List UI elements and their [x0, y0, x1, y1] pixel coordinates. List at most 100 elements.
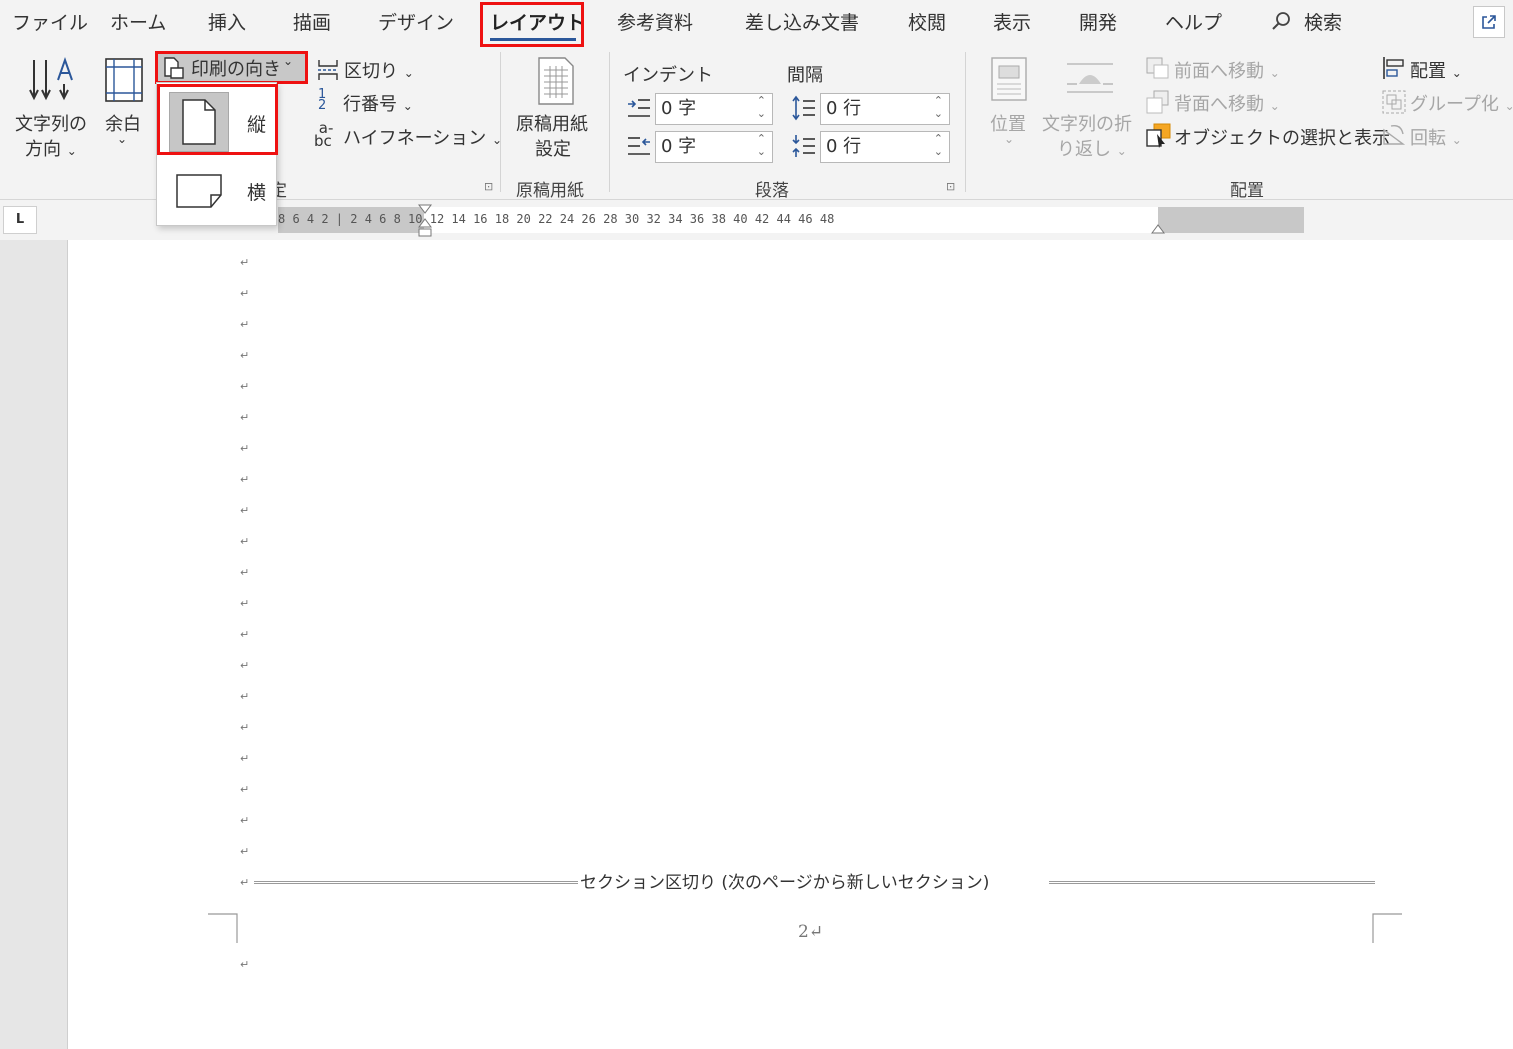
chevron-down-icon: ⌄	[66, 144, 77, 158]
tab-help[interactable]: ヘルプ	[1165, 8, 1222, 35]
spinner-arrows-icon[interactable]: ⌃ ⌄	[757, 132, 766, 158]
breaks-icon[interactable]	[316, 58, 340, 82]
wrap-text-label: 文字列の折	[1042, 114, 1132, 135]
paragraph-mark: ↵	[240, 504, 250, 517]
paragraph-mark: ↵	[240, 442, 250, 455]
paragraph-mark: ↵	[240, 318, 250, 331]
orientation-button[interactable]: 印刷の向き ⌄	[157, 52, 305, 82]
wrap-text-label-2: り返し ⌄	[1057, 139, 1127, 160]
share-button[interactable]	[1473, 6, 1505, 38]
line-numbers-icon[interactable]: 12	[318, 88, 326, 112]
wrap-text-icon	[1067, 63, 1113, 93]
indent-marker-icon[interactable]	[417, 203, 433, 239]
spacing-before-icon	[792, 95, 815, 121]
spinner-arrows-icon[interactable]: ⌃ ⌄	[934, 132, 943, 158]
text-direction-label-2[interactable]: 方向 ⌄	[25, 135, 77, 161]
tab-selector[interactable]: L	[3, 206, 37, 234]
text-direction-label[interactable]: 文字列の	[15, 110, 87, 136]
search-label: 検索	[1304, 12, 1343, 34]
spacing-label: 間隔	[787, 65, 823, 86]
orientation-landscape-option[interactable]: 横	[157, 157, 276, 223]
group-objects-icon	[1382, 90, 1406, 114]
paragraph-mark: ↵	[240, 380, 250, 393]
chevron-down-icon: ⌄	[117, 132, 128, 146]
ruler-labels: 8 6 4 2 | 2 4 6 8 10 12 14 16 18 20 22 2…	[278, 212, 835, 226]
paragraph-mark: ↵	[240, 876, 250, 889]
search-box[interactable]: 検索	[1270, 8, 1342, 35]
spacing-after-field[interactable]: 0 行 ⌃ ⌄	[820, 131, 950, 163]
page-setup-launcher-icon[interactable]: ⊡	[484, 180, 493, 193]
margins-icon[interactable]	[103, 56, 145, 104]
orientation-portrait-option[interactable]: 縦	[157, 89, 276, 155]
chevron-down-icon: ⌄	[1269, 66, 1280, 80]
paragraph-mark: ↵	[240, 535, 250, 548]
crop-mark-right	[1372, 913, 1402, 943]
bring-forward-label: 前面へ移動 ⌄	[1174, 61, 1280, 82]
spinner-arrows-icon[interactable]: ⌃ ⌄	[934, 94, 943, 120]
left-margin-strip	[0, 240, 68, 1049]
tab-mailings[interactable]: 差し込み文書	[745, 8, 859, 35]
paragraph-launcher-icon[interactable]: ⊡	[946, 180, 955, 193]
ribbon-tab-bar: ファイル ホーム 挿入 描画 デザイン レイアウト 参考資料 差し込み文書 校閲…	[0, 0, 1513, 46]
text-direction-icon[interactable]	[28, 56, 76, 102]
tab-view[interactable]: 表示	[993, 8, 1031, 35]
breaks-label[interactable]: 区切り ⌄	[344, 57, 414, 83]
crop-mark-left	[208, 913, 238, 943]
manuscript-button-label[interactable]: 原稿用紙	[516, 110, 588, 136]
right-indent-marker-icon[interactable]	[1151, 223, 1165, 235]
tab-home[interactable]: ホーム	[110, 8, 166, 35]
tab-layout[interactable]: レイアウト	[490, 8, 585, 35]
orientation-icon	[164, 57, 184, 79]
tab-insert[interactable]: 挿入	[208, 8, 246, 35]
chevron-down-icon: ⌄	[1451, 66, 1462, 80]
tab-draw[interactable]: 描画	[293, 8, 331, 35]
orientation-label: 印刷の向き	[191, 59, 281, 80]
paragraph-mark: ↵	[240, 411, 250, 424]
paragraph-mark: ↵	[240, 566, 250, 579]
paragraph-mark: ↵	[240, 597, 250, 610]
paragraph-mark: ↵	[240, 783, 250, 796]
tab-review[interactable]: 校閲	[908, 8, 946, 35]
group-objects-label: グループ化 ⌄	[1410, 94, 1513, 115]
paragraph-mark: ↵	[240, 473, 250, 486]
paragraph-mark: ↵	[240, 958, 250, 971]
tab-design[interactable]: デザイン	[378, 8, 454, 35]
spacing-before-field[interactable]: 0 行 ⌃ ⌄	[820, 93, 950, 125]
send-backward-icon	[1146, 90, 1169, 114]
section-break-label: セクション区切り (次のページから新しいセクション)	[580, 873, 990, 893]
hyphenation-label[interactable]: ハイフネーション ⌄	[343, 124, 502, 150]
chevron-down-icon: ⌄	[1269, 99, 1280, 113]
group-separator	[965, 52, 966, 192]
ruler-margin-right	[1158, 207, 1304, 233]
tab-file[interactable]: ファイル	[12, 8, 88, 35]
chevron-down-icon: ⌄	[283, 54, 294, 68]
selection-pane-icon[interactable]	[1145, 122, 1173, 148]
spinner-arrows-icon[interactable]: ⌃ ⌄	[757, 94, 766, 120]
group-separator	[500, 52, 501, 192]
indent-left-field[interactable]: 0 字 ⌃ ⌄	[655, 93, 773, 125]
horizontal-ruler[interactable]: 8 6 4 2 | 2 4 6 8 10 12 14 16 18 20 22 2…	[278, 204, 1304, 237]
manuscript-button-label-2[interactable]: 設定	[535, 135, 571, 161]
line-numbers-label[interactable]: 行番号 ⌄	[343, 90, 413, 116]
bring-forward-icon	[1146, 57, 1169, 79]
document-page[interactable]	[68, 240, 1513, 1049]
align-label[interactable]: 配置 ⌄	[1410, 57, 1462, 83]
active-tab-indicator	[490, 38, 576, 41]
paragraph-mark: ↵	[240, 752, 250, 765]
chevron-down-icon: ⌄	[403, 66, 414, 80]
hyphenation-icon[interactable]: a-bc	[314, 121, 333, 149]
chevron-down-icon: ⌄	[1504, 99, 1513, 113]
section-break: セクション区切り (次のページから新しいセクション)	[254, 868, 1376, 893]
selection-pane-label[interactable]: オブジェクトの選択と表示	[1174, 124, 1390, 150]
tab-developer[interactable]: 開発	[1079, 8, 1117, 35]
share-icon	[1482, 15, 1496, 29]
tab-references[interactable]: 参考資料	[617, 8, 693, 35]
rotate-label: 回転 ⌄	[1410, 128, 1462, 149]
chevron-down-icon: ⌄	[1116, 144, 1127, 158]
manuscript-paper-icon[interactable]	[535, 56, 577, 106]
paragraph-mark: ↵	[240, 256, 250, 269]
paragraph-mark: ↵	[240, 349, 250, 362]
rotate-icon	[1383, 124, 1406, 145]
indent-right-field[interactable]: 0 字 ⌃ ⌄	[655, 131, 773, 163]
align-icon[interactable]	[1381, 55, 1407, 81]
